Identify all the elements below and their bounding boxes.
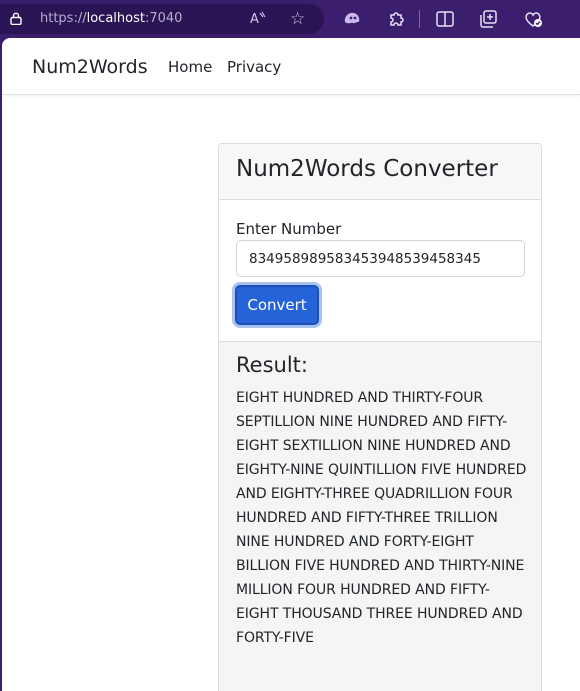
brand-link[interactable]: Num2Words (32, 56, 148, 78)
lock-icon[interactable] (10, 12, 22, 25)
extensions-icon[interactable] (385, 8, 407, 30)
url-text[interactable]: https://localhost:7040 (40, 11, 182, 26)
toolbar-divider (419, 10, 420, 28)
nav-link-home[interactable]: Home (168, 58, 212, 76)
collections-icon[interactable] (478, 8, 500, 30)
svg-text:A: A (250, 12, 259, 26)
number-input-label: Enter Number (236, 220, 342, 238)
web-page: Num2Words Home Privacy Num2Words Convert… (2, 38, 580, 691)
card-header: Num2Words Converter (219, 144, 541, 200)
converter-form: Enter Number Convert (219, 200, 541, 341)
browser-essentials-icon[interactable] (522, 8, 544, 30)
site-navbar: Num2Words Home Privacy (2, 38, 580, 95)
page-title: Num2Words Converter (236, 156, 498, 182)
convert-button[interactable]: Convert (235, 285, 319, 325)
converter-card: Num2Words Converter Enter Number Convert… (218, 143, 542, 691)
result-text: EIGHT HUNDRED AND THIRTY-FOUR SEPTILLION… (236, 390, 527, 646)
result-heading: Result: (236, 353, 308, 377)
address-bar[interactable]: https://localhost:7040 A ☆ (0, 4, 324, 34)
copilot-icon[interactable] (341, 8, 363, 30)
number-input[interactable] (236, 240, 525, 277)
split-screen-icon[interactable] (434, 8, 456, 30)
result-section: Result: EIGHT HUNDRED AND THIRTY-FOUR SE… (219, 341, 541, 691)
browser-toolbar: https://localhost:7040 A ☆ (0, 0, 580, 38)
nav-link-privacy[interactable]: Privacy (227, 58, 281, 76)
favorite-star-icon[interactable]: ☆ (290, 9, 305, 29)
read-aloud-icon[interactable]: A (250, 10, 268, 30)
